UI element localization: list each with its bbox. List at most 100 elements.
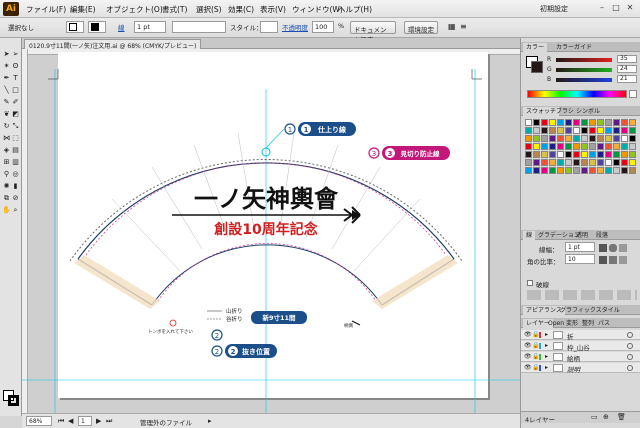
swatch-cell[interactable] (573, 159, 580, 166)
swatch-cell[interactable] (557, 167, 564, 174)
tab-graphic-styles[interactable]: グラフィックスタイル (557, 306, 623, 315)
swatch-cell[interactable] (605, 159, 612, 166)
swatch-cell[interactable] (573, 151, 580, 158)
swatch-cell[interactable] (549, 167, 556, 174)
expand-arrow-icon[interactable]: ▸ (545, 364, 548, 371)
swatch-cell[interactable] (581, 135, 588, 142)
pen-tool-icon[interactable]: ✒ (2, 74, 11, 83)
swatch-cell[interactable] (621, 127, 628, 134)
swatch-cell[interactable] (629, 151, 636, 158)
swatch-cell[interactable] (605, 127, 612, 134)
swatch-cell[interactable] (613, 127, 620, 134)
swatch-cell[interactable] (541, 167, 548, 174)
swatch-cell[interactable] (541, 143, 548, 150)
swatch-cell[interactable] (589, 159, 596, 166)
tab-stroke[interactable]: 線 (523, 231, 536, 240)
expand-arrow-icon[interactable]: ▸ (545, 353, 548, 360)
free-transform-tool-icon[interactable]: ⬚ (11, 134, 20, 143)
slider-r[interactable]: R 35 (547, 55, 639, 63)
swatch-cell[interactable] (525, 135, 532, 142)
swatch-cell[interactable] (533, 167, 540, 174)
swatch-cell[interactable] (597, 143, 604, 150)
swatch-cell[interactable] (573, 167, 580, 174)
zoom-tool-icon[interactable]: ⌕ (11, 206, 20, 215)
first-artboard-icon[interactable]: ⏮ (58, 417, 64, 426)
eye-icon[interactable]: 👁 (524, 331, 532, 338)
menu-window[interactable]: ウィンドウ(W) (292, 4, 343, 15)
swatch-cell[interactable] (589, 135, 596, 142)
cap-round-icon[interactable] (609, 244, 617, 252)
line-tool-icon[interactable]: ╲ (2, 86, 11, 95)
stroke-preview[interactable] (531, 61, 543, 73)
swatch-cell[interactable] (565, 143, 572, 150)
swatch-cell[interactable] (581, 119, 588, 126)
swatch-cell[interactable] (573, 143, 580, 150)
tab-pathfinder[interactable]: パス (595, 319, 613, 328)
expand-arrow-icon[interactable]: ▸ (545, 331, 548, 338)
join-bevel-icon[interactable] (619, 256, 627, 264)
swatch-cell[interactable] (613, 159, 620, 166)
menu-view[interactable]: 表示(V) (260, 4, 286, 15)
layer-row[interactable]: 👁 🔒 ▸ 絵柄 (521, 352, 640, 363)
swatch-cell[interactable] (525, 167, 532, 174)
swatch-cell[interactable] (605, 167, 612, 174)
layer-row[interactable]: 👁 🔒 ▸ 説明 (521, 363, 640, 374)
zoom-field[interactable]: 68% (26, 416, 52, 426)
status-menu-icon[interactable]: ▸ (208, 417, 212, 425)
swatch-cell[interactable] (565, 127, 572, 134)
magic-wand-tool-icon[interactable]: ✶ (2, 62, 11, 71)
workspace-switcher[interactable]: 初期設定 (540, 4, 568, 14)
layer-row[interactable]: 👁 🔒 ▸ 折 (521, 330, 640, 341)
next-artboard-icon[interactable]: ▶ (96, 417, 101, 425)
variable-width-field[interactable] (172, 21, 226, 33)
swatch-cell[interactable] (541, 127, 548, 134)
color-spectrum[interactable] (527, 90, 627, 98)
swatch-cell[interactable] (589, 167, 596, 174)
perspective-grid-tool-icon[interactable]: ▤ (11, 146, 20, 155)
stroke-label[interactable]: 線 (118, 22, 125, 32)
document-settings-button[interactable]: ドキュメント設定 (350, 21, 396, 44)
swatch-cell[interactable] (549, 143, 556, 150)
swatch-cell[interactable] (581, 151, 588, 158)
layer-name[interactable]: 枠_山谷 (567, 342, 590, 352)
dash-gap-fields[interactable] (527, 290, 637, 300)
swatch-cell[interactable] (597, 159, 604, 166)
layer-target-icon[interactable] (627, 332, 633, 338)
layer-target-icon[interactable] (627, 343, 633, 349)
swatch-cell[interactable] (605, 119, 612, 126)
rectangle-tool-icon[interactable]: □ (11, 86, 20, 95)
dashed-line-checkbox[interactable] (527, 280, 533, 286)
slider-g[interactable]: G 24 (547, 65, 639, 73)
swatch-cell[interactable] (605, 151, 612, 158)
tab-color[interactable]: カラー (523, 43, 548, 52)
menu-edit[interactable]: 編集(E) (70, 4, 96, 15)
swatch-cell[interactable] (557, 143, 564, 150)
last-artboard-icon[interactable]: ⏭ (106, 417, 112, 426)
swatch-cell[interactable] (533, 135, 540, 142)
eraser-tool-icon[interactable]: ◩ (11, 110, 20, 119)
artboard-tool-icon[interactable]: ⧉ (2, 194, 11, 203)
swatch-cell[interactable] (549, 119, 556, 126)
swatch-cell[interactable] (573, 119, 580, 126)
layer-target-icon[interactable] (627, 365, 633, 371)
tab-transparency[interactable]: 透明 (573, 231, 591, 240)
artboard-number-field[interactable]: 1 (78, 416, 92, 426)
arrange-icon[interactable]: ▦ (448, 22, 456, 31)
tab-symbols[interactable]: シンボル (573, 107, 603, 116)
layer-name[interactable]: 説明 (567, 364, 580, 374)
shape-builder-tool-icon[interactable]: ◈ (2, 146, 11, 155)
swatch-cell[interactable] (573, 127, 580, 134)
mesh-tool-icon[interactable]: ⊞ (2, 158, 11, 167)
join-round-icon[interactable] (609, 256, 617, 264)
eye-icon[interactable]: 👁 (524, 364, 532, 371)
swatch-cell[interactable] (589, 127, 596, 134)
tab-paragraph[interactable]: 段落 (593, 231, 611, 240)
swatch-cell[interactable] (565, 151, 572, 158)
swatch-cell[interactable] (597, 151, 604, 158)
scale-tool-icon[interactable]: ⤡ (11, 122, 20, 131)
swatch-cell[interactable] (565, 159, 572, 166)
swatch-cell[interactable] (573, 135, 580, 142)
close-icon[interactable]: ✕ (624, 3, 636, 14)
swatch-cell[interactable] (525, 127, 532, 134)
graphic-style-field[interactable] (260, 21, 278, 33)
